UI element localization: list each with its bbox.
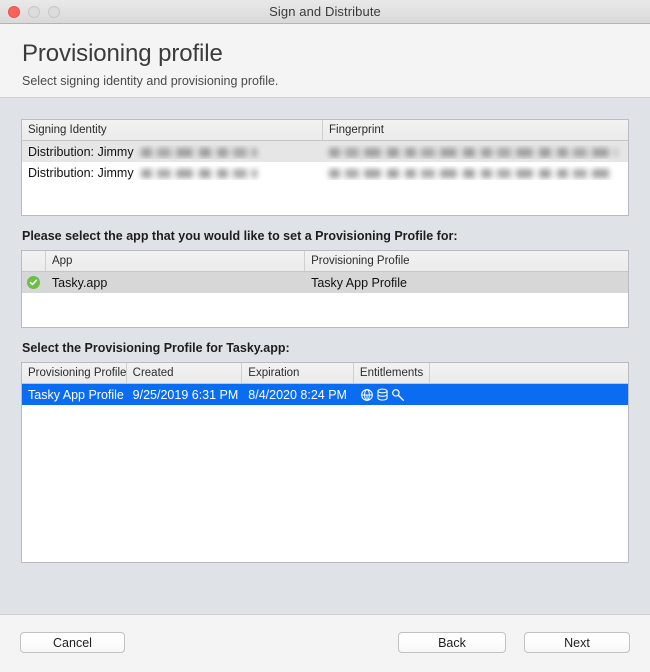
profile-name-cell: Tasky App Profile: [28, 387, 124, 402]
profile-expiration-cell: 8/4/2020 8:24 PM: [248, 387, 347, 402]
signing-identity-table[interactable]: Signing Identity Fingerprint Distributio…: [21, 119, 629, 216]
next-button[interactable]: Next: [524, 632, 630, 653]
identity-redaction: [141, 168, 258, 178]
window-controls: [8, 5, 60, 18]
profile-header-row: Provisioning Profile Created Expiration …: [22, 363, 628, 384]
close-button-icon[interactable]: [8, 5, 20, 18]
key-icon: [391, 388, 405, 402]
identity-cell: Distribution: Jimmy: [22, 145, 323, 159]
identity-redaction: [141, 147, 258, 157]
network-globe-icon: [360, 388, 374, 402]
column-header-status[interactable]: [22, 251, 46, 271]
minimize-button-icon[interactable]: [28, 5, 40, 18]
back-button[interactable]: Back: [398, 632, 506, 653]
fingerprint-cell: [323, 166, 628, 180]
app-name-cell: Tasky.app: [51, 275, 108, 290]
page-title: Provisioning profile: [22, 40, 223, 67]
cancel-button[interactable]: Cancel: [20, 632, 125, 653]
window-title: Sign and Distribute: [269, 4, 381, 19]
app-profile-cell: Tasky App Profile: [311, 275, 407, 290]
check-circle-icon: [27, 276, 41, 289]
table-row[interactable]: Distribution: Jimmy: [22, 162, 628, 183]
profile-section-label: Select the Provisioning Profile for Task…: [22, 341, 290, 355]
column-header-created[interactable]: Created: [127, 363, 243, 383]
profile-entitlements-cell: [354, 388, 430, 402]
column-header-spacer[interactable]: [430, 363, 628, 383]
column-header-signing-identity[interactable]: Signing Identity: [22, 120, 324, 140]
column-header-app[interactable]: App: [46, 251, 306, 271]
table-row[interactable]: Tasky App Profile 9/25/2019 6:31 PM 8/4/…: [22, 384, 628, 405]
dialog-body: Signing Identity Fingerprint Distributio…: [0, 98, 650, 614]
database-stack-icon: [376, 388, 389, 402]
fingerprint-cell: [323, 145, 628, 159]
page-header: Provisioning profile Select signing iden…: [0, 24, 650, 98]
entitlement-icon-group: [360, 388, 405, 402]
app-table[interactable]: App Provisioning Profile Tasky.app Tasky…: [21, 250, 629, 328]
provisioning-profile-table[interactable]: Provisioning Profile Created Expiration …: [21, 362, 629, 563]
identity-label: Distribution: Jimmy: [28, 165, 134, 180]
sign-and-distribute-window: Sign and Distribute Provisioning profile…: [0, 0, 650, 672]
fingerprint-redaction: [329, 147, 617, 157]
profile-created-cell: 9/25/2019 6:31 PM: [132, 387, 239, 402]
column-header-provisioning-profile[interactable]: Provisioning Profile: [305, 251, 628, 271]
table-row[interactable]: Distribution: Jimmy: [22, 141, 628, 162]
fingerprint-redaction: [329, 168, 611, 178]
window-titlebar: Sign and Distribute: [0, 0, 650, 24]
maximize-button-icon[interactable]: [48, 5, 60, 18]
column-header-entitlements[interactable]: Entitlements: [354, 363, 430, 383]
table-row[interactable]: Tasky.app Tasky App Profile: [22, 272, 628, 293]
identity-cell: Distribution: Jimmy: [22, 166, 323, 180]
column-header-provisioning-profile[interactable]: Provisioning Profile: [22, 363, 127, 383]
identity-label: Distribution: Jimmy: [28, 144, 134, 159]
column-header-fingerprint[interactable]: Fingerprint: [323, 120, 628, 140]
app-header-row: App Provisioning Profile: [22, 251, 628, 272]
status-cell: [22, 276, 46, 289]
dialog-footer: Cancel Back Next: [0, 614, 650, 672]
column-header-expiration[interactable]: Expiration: [242, 363, 354, 383]
app-section-label: Please select the app that you would lik…: [22, 229, 458, 243]
page-subtitle: Select signing identity and provisioning…: [22, 74, 279, 88]
signing-identity-header-row: Signing Identity Fingerprint: [22, 120, 628, 141]
